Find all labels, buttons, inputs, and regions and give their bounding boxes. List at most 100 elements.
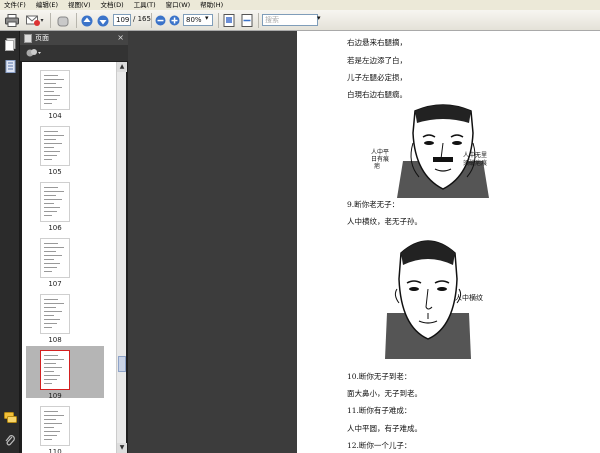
text-line: 人中横纹，老无子孙。	[347, 217, 422, 226]
thumbnail-text-line	[44, 255, 62, 256]
options-icon[interactable]	[26, 48, 42, 58]
page-thumbnail[interactable]	[40, 238, 70, 278]
thumbnail-text-line	[44, 439, 52, 440]
thumbnail-text-line	[44, 363, 56, 364]
thumbnail-text-line	[44, 207, 60, 208]
zoom-out-button[interactable]	[154, 13, 166, 28]
page-total-label: / 165	[133, 15, 151, 23]
annotation-right: 人中横纹	[455, 294, 483, 302]
bookmarks-icon	[5, 59, 15, 73]
thumbnail-text-line	[44, 427, 54, 428]
page-thumbnail[interactable]	[40, 406, 70, 446]
text-line: 若是左边添了白，	[347, 56, 407, 65]
thumbnail-text-line	[44, 411, 58, 412]
thumbnail-scrollbar[interactable]: ▲ ▼	[116, 62, 127, 453]
search-input[interactable]: 搜索	[262, 14, 318, 26]
bookmarks-panel-button[interactable]	[3, 59, 17, 73]
page-thumbnail[interactable]	[40, 70, 70, 110]
page-thumbnail[interactable]	[40, 294, 70, 334]
text-line: 白現右边右腿瘸。	[347, 90, 407, 99]
thumbnail-text-line	[44, 435, 57, 436]
menu-view[interactable]: 视图(V)	[68, 0, 91, 10]
menu-edit[interactable]: 编辑(E)	[36, 0, 58, 10]
thumbnail-text-line	[44, 131, 58, 132]
email-button[interactable]: ▾	[24, 13, 46, 28]
fit-width-icon	[241, 14, 253, 27]
thumbnail-text-line	[44, 251, 56, 252]
thumbnail-label: 104	[48, 112, 62, 120]
page-thumbnail[interactable]	[40, 126, 70, 166]
close-icon[interactable]: ×	[117, 33, 124, 42]
toolbar-separator	[151, 13, 152, 28]
attachments-panel-button[interactable]	[3, 433, 17, 447]
thumbnail-label: 106	[48, 224, 62, 232]
page-thumbnail[interactable]	[40, 182, 70, 222]
thumbnail-text-line	[44, 139, 56, 140]
thumbnail-text-line	[44, 323, 57, 324]
thumbnail-text-line	[44, 383, 52, 384]
fit-width-button[interactable]	[240, 13, 254, 28]
page-thumbnail[interactable]	[40, 350, 70, 390]
thumbnail-text-line	[44, 315, 54, 316]
annotation-right: 須破疤痕	[463, 160, 488, 167]
thumbnail-text-line	[44, 367, 62, 368]
pages-panel-header: 页面 ×	[20, 31, 128, 45]
menu-document[interactable]: 文档(D)	[101, 0, 124, 10]
thumbnail-text-line	[44, 135, 64, 136]
email-icon	[26, 15, 41, 26]
comments-panel-button[interactable]	[3, 411, 17, 425]
thumbnail-text-line	[44, 99, 57, 100]
thumbnail-label: 108	[48, 336, 62, 344]
pages-panel: 页面 × 104 105 106 107 108 109 110 ▲ ▼	[20, 31, 128, 453]
thumbnail-text-line	[44, 195, 56, 196]
thumbnail-text-line	[44, 359, 64, 360]
text-line: 面大鼻小，无子到老。	[347, 389, 422, 398]
pages-panel-toolbar	[20, 45, 128, 61]
scroll-down-icon[interactable]: ▼	[117, 443, 127, 453]
thumbnail-text-line	[44, 159, 52, 160]
thumbnail-text-line	[44, 355, 58, 356]
navigation-strip	[0, 31, 20, 453]
thumbnail-text-line	[44, 423, 62, 424]
thumbnail-text-line	[44, 203, 54, 204]
thumbnail-label: 109	[48, 392, 62, 400]
menu-bar: 文件(F) 编辑(E) 视图(V) 文档(D) 工具(T) 窗口(W) 帮助(H…	[0, 0, 600, 10]
thumbnail-text-line	[44, 243, 58, 244]
pages-panel-button[interactable]	[3, 37, 17, 51]
thumbnail-text-line	[44, 75, 58, 76]
toolbar-separator	[50, 13, 51, 28]
pages-icon	[24, 33, 32, 43]
thumbnail-label: 105	[48, 168, 62, 176]
arrow-up-icon	[81, 15, 93, 26]
annotation-left: 人中平	[371, 149, 390, 156]
thumbnail-label: 107	[48, 280, 62, 288]
thumbnail-text-line	[44, 271, 52, 272]
fit-page-icon	[223, 14, 235, 27]
annotation-left: 日有痕	[371, 156, 390, 163]
thumbnail-list[interactable]: 104 105 106 107 108 109 110	[22, 62, 116, 453]
scroll-up-icon[interactable]: ▲	[117, 62, 127, 72]
fit-page-button[interactable]	[222, 13, 236, 28]
thumbnail-text-line	[44, 211, 57, 212]
previous-page-button[interactable]	[80, 13, 94, 28]
print-button[interactable]	[4, 13, 20, 28]
thumbnail-text-line	[44, 307, 56, 308]
zoom-in-button[interactable]	[168, 13, 180, 28]
thumbnail-text-line	[44, 419, 56, 420]
text-line: 人中平圆，有子难成。	[347, 424, 422, 433]
print-icon	[5, 14, 19, 27]
thumbnail-label: 110	[48, 448, 62, 453]
thumbnail-text-line	[44, 147, 54, 148]
zoom-in-icon	[169, 15, 179, 26]
menu-help[interactable]: 帮助(H)	[200, 0, 223, 10]
hand-tool-button[interactable]	[55, 13, 71, 28]
page-number-input[interactable]: 109	[113, 14, 131, 26]
thumbnail-text-line	[44, 267, 57, 268]
scrollbar-thumb[interactable]	[118, 356, 126, 372]
menu-window[interactable]: 窗口(W)	[166, 0, 191, 10]
thumbnail-text-line	[44, 431, 60, 432]
document-page[interactable]: 右边悬来右腿摘， 若是左边添了白， 儿子左腿必定损， 白現右边右腿瘸。 人中平 …	[297, 31, 600, 453]
menu-file[interactable]: 文件(F)	[4, 0, 26, 10]
next-page-button[interactable]	[96, 13, 110, 28]
menu-tools[interactable]: 工具(T)	[134, 0, 156, 10]
